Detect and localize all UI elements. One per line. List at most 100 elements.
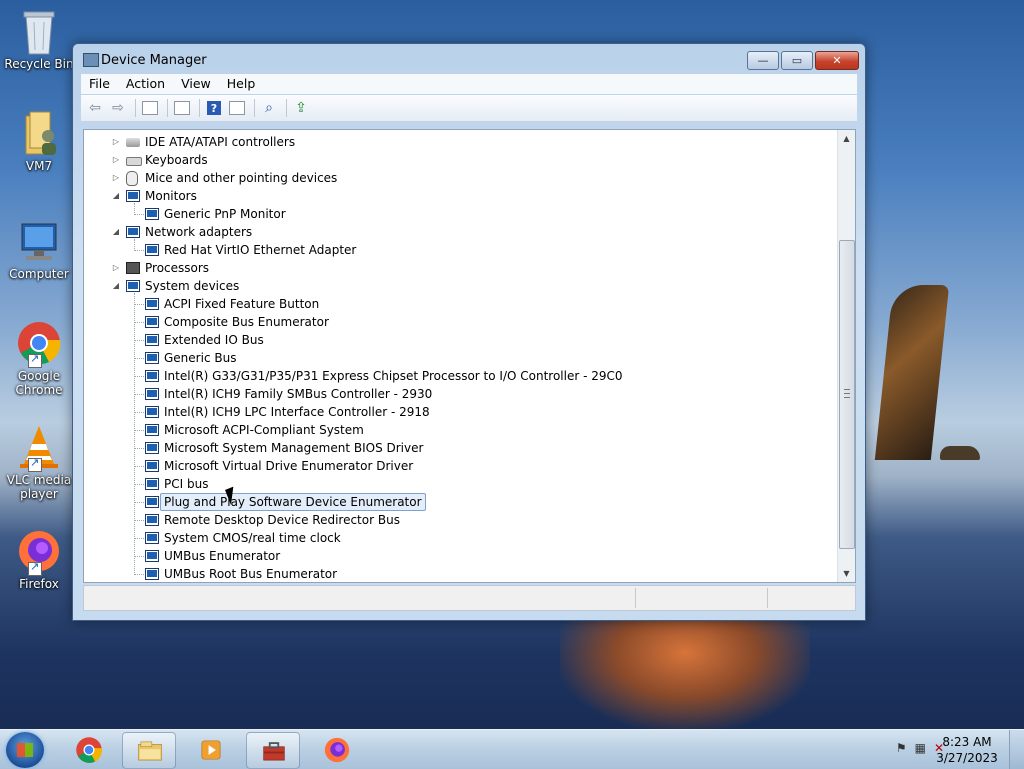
help-button[interactable]: ?: [204, 99, 224, 117]
scan-hardware-button[interactable]: ⌕: [259, 99, 279, 117]
menu-action[interactable]: Action: [118, 74, 173, 94]
network-icon[interactable]: ▦: [915, 741, 926, 755]
expand-arrow-icon[interactable]: ▷: [111, 169, 121, 187]
show-desktop-button[interactable]: [1009, 730, 1024, 769]
desktop-icon-recycle-bin[interactable]: Recycle Bin: [2, 8, 76, 71]
vertical-scrollbar[interactable]: ▲ ▼: [837, 130, 855, 582]
minimize-button[interactable]: —: [747, 51, 779, 70]
expand-arrow-icon[interactable]: ▷: [111, 133, 121, 151]
menu-file[interactable]: File: [81, 74, 118, 94]
tree-connector: [134, 520, 144, 521]
taskbar: ⚑ ▦ ✕ 8:23 AM 3/27/2023: [0, 729, 1024, 769]
scroll-down-arrow-icon[interactable]: ▼: [838, 565, 855, 582]
system-clock[interactable]: 8:23 AM 3/27/2023: [932, 734, 1002, 766]
action-center-flag-icon[interactable]: ⚑: [896, 741, 907, 755]
title-bar[interactable]: Device Manager — ▭ ✕: [73, 44, 865, 74]
desktop-icon-label: Computer: [9, 267, 69, 281]
taskbar-file-explorer[interactable]: [122, 732, 176, 769]
back-button[interactable]: ⇦: [85, 99, 105, 117]
status-bar: [83, 585, 856, 611]
toolbar-separator: [135, 99, 136, 117]
taskbar-media-player[interactable]: [184, 732, 236, 767]
device-tree: ▷ IDE ATA/ATAPI controllers ▷ Keyboards ▷ Mic…: [84, 130, 837, 582]
chip-icon: [126, 262, 140, 274]
tree-connector: [134, 322, 144, 323]
tree-item-label: Remote Desktop Device Redirector Bus: [164, 513, 400, 527]
window-title: Device Manager: [101, 53, 207, 68]
monitor-icon: [145, 478, 159, 490]
tree-connector: [134, 239, 135, 251]
tree-item-label: Microsoft ACPI-Compliant System: [164, 423, 364, 437]
help-icon: ?: [207, 101, 221, 115]
tree-item-label: System CMOS/real time clock: [164, 531, 341, 545]
chrome-icon: [76, 737, 102, 763]
tree-item-label: Intel(R) ICH9 LPC Interface Controller -…: [164, 405, 430, 419]
tree-item-label: IDE ATA/ATAPI controllers: [145, 135, 296, 149]
tree-item-label: Intel(R) G33/G31/P35/P31 Express Chipset…: [164, 369, 623, 383]
tree-item-label: ACPI Fixed Feature Button: [164, 297, 320, 311]
monitor-icon: [145, 388, 159, 400]
expand-arrow-icon[interactable]: ▷: [111, 151, 121, 169]
desktop-icon-vm7[interactable]: VM7: [2, 110, 76, 173]
collapse-arrow-icon[interactable]: ◢: [111, 187, 121, 205]
close-button[interactable]: ✕: [815, 51, 859, 70]
tree-item-label: Monitors: [145, 189, 197, 203]
desktop-icon-label: VLC media player: [6, 473, 72, 501]
update-driver-button[interactable]: ⇪: [291, 99, 311, 117]
tree-item-label: Red Hat VirtIO Ethernet Adapter: [164, 243, 357, 257]
tree-item-label: Network adapters: [145, 225, 253, 239]
tree-item-label: Extended IO Bus: [164, 333, 264, 347]
keyboard-icon: [126, 157, 142, 166]
action-pane-button[interactable]: [227, 99, 247, 117]
start-button[interactable]: [6, 732, 44, 768]
folder-icon: [138, 741, 162, 761]
scroll-up-arrow-icon[interactable]: ▲: [838, 130, 855, 147]
scroll-thumb[interactable]: [839, 240, 855, 549]
tree-item-label: Mice and other pointing devices: [145, 171, 338, 185]
device-manager-icon: [83, 53, 99, 67]
clock-time: 8:23 AM: [942, 735, 992, 749]
console-tree-icon: [142, 101, 158, 115]
shortcut-arrow-icon: [28, 456, 42, 472]
taskbar-chrome[interactable]: [62, 732, 114, 767]
tree-connector: [134, 340, 144, 341]
recycle-bin-icon: [16, 8, 62, 55]
menu-view[interactable]: View: [173, 74, 219, 94]
minimize-icon: —: [757, 54, 769, 67]
media-player-icon: [201, 740, 221, 760]
collapse-arrow-icon[interactable]: ◢: [111, 223, 121, 241]
device-manager-window: Device Manager — ▭ ✕ File Action View He…: [72, 43, 866, 621]
menu-help[interactable]: Help: [219, 74, 264, 94]
tree-connector: [134, 538, 144, 539]
monitor-icon: [145, 298, 159, 310]
properties-button[interactable]: [172, 99, 192, 117]
tree-connector: [134, 304, 144, 305]
taskbar-firefox[interactable]: [310, 732, 362, 767]
desktop-icon-firefox[interactable]: Firefox: [2, 528, 76, 591]
tree-connector: [134, 574, 144, 575]
show-hide-console-tree-button[interactable]: [140, 99, 160, 117]
toolbar: ⇦ ⇨ ? ⌕ ⇪: [81, 95, 857, 122]
back-arrow-icon: ⇦: [89, 100, 101, 116]
monitor-icon: [145, 442, 159, 454]
expand-arrow-icon[interactable]: ▷: [111, 259, 121, 277]
scan-hardware-icon: ⌕: [265, 100, 273, 116]
collapse-arrow-icon[interactable]: ◢: [111, 277, 121, 295]
desktop-icon-computer[interactable]: Computer: [2, 218, 76, 281]
desktop-icon-vlc[interactable]: VLC media player: [2, 424, 76, 501]
forward-button[interactable]: ⇨: [108, 99, 128, 117]
tree-item-label: Generic Bus: [164, 351, 237, 365]
toolbar-separator: [254, 99, 255, 117]
toolbar-separator: [199, 99, 200, 117]
shortcut-arrow-icon: [28, 352, 42, 368]
tree-item-label: Microsoft Virtual Drive Enumerator Drive…: [164, 459, 414, 473]
shortcut-arrow-icon: [28, 560, 42, 576]
taskbar-device-manager[interactable]: [246, 732, 300, 769]
desktop-icon-label: Google Chrome: [15, 369, 63, 397]
forward-arrow-icon: ⇨: [112, 100, 124, 116]
desktop-icon-google-chrome[interactable]: Google Chrome: [2, 320, 76, 397]
maximize-button[interactable]: ▭: [781, 51, 813, 70]
device-tree-pane[interactable]: ▷ IDE ATA/ATAPI controllers ▷ Keyboards ▷ Mic…: [83, 129, 856, 583]
disk-icon: [126, 138, 140, 147]
tree-item-label: Processors: [145, 261, 210, 275]
